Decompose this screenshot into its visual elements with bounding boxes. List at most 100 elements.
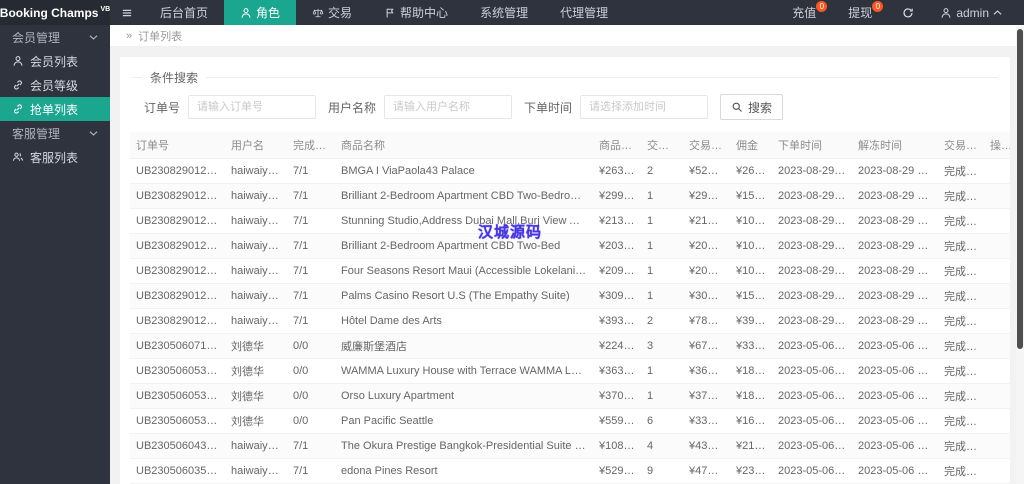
vertical-scrollbar-thumb[interactable] bbox=[1017, 29, 1023, 349]
commission-cell: ¥26.39 bbox=[730, 158, 772, 184]
top-nav-item[interactable]: 后台首页 bbox=[144, 0, 224, 25]
table-row[interactable]: UB2308290127077536haiwaiymcom7/1BMGA I V… bbox=[130, 158, 1010, 184]
person-icon bbox=[240, 7, 252, 19]
status-cell: 完成付款 bbox=[938, 333, 984, 359]
quick-action-item[interactable]: 充值 0 bbox=[776, 0, 832, 25]
sidebar-item[interactable]: 抢单列表 bbox=[0, 97, 110, 121]
amount-cell: ¥2097.30 bbox=[683, 258, 730, 284]
sidebar-group-label: 会员管理 bbox=[12, 30, 61, 45]
unit-price-cell: ¥1089.50 bbox=[593, 433, 641, 459]
app-logo-text: Booking Champs bbox=[0, 5, 99, 20]
product-name-cell: 威廉斯堡酒店 bbox=[335, 333, 593, 359]
username-cell: haiwaiymcom bbox=[225, 308, 287, 334]
search-field-input[interactable] bbox=[384, 95, 513, 119]
search-field-input[interactable] bbox=[188, 95, 317, 119]
table-row[interactable]: UB2308290123189030haiwaiymcom7/1Hôtel Da… bbox=[130, 308, 1010, 334]
status-cell: 完成付款 bbox=[938, 358, 984, 384]
product-name-cell: Orso Luxury Apartment bbox=[335, 383, 593, 409]
table-row[interactable]: UB2308290123435205haiwaiymcom7/1Brillian… bbox=[130, 183, 1010, 209]
search-row: 订单号 用户名称 下单时间 搜索 bbox=[132, 94, 998, 120]
refresh-button[interactable] bbox=[888, 0, 928, 25]
unfreeze-time-cell: 2023-08-29 01:23:34 bbox=[852, 258, 938, 284]
table-row[interactable]: UB2305060714584204刘德华0/0威廉斯堡酒店¥2249.003¥… bbox=[130, 333, 1010, 359]
user-menu[interactable]: admin bbox=[928, 0, 1014, 25]
table-row[interactable]: UB2308290123302018haiwaiymcom7/1Four Sea… bbox=[130, 258, 1010, 284]
table-row[interactable]: UB2305060534311307刘德华0/0WAMMA Luxury Hou… bbox=[130, 358, 1010, 384]
top-nav-item[interactable]: 帮助中心 bbox=[368, 0, 464, 25]
menu-toggle-icon[interactable] bbox=[110, 0, 144, 25]
sidebar-group[interactable]: 会员管理 bbox=[0, 25, 110, 49]
top-nav-item[interactable]: 角色 bbox=[224, 0, 297, 25]
top-nav-item[interactable]: 系统管理 bbox=[464, 0, 544, 25]
sidebar-item-label: 客服列表 bbox=[30, 150, 79, 165]
status-cell: 完成付款 bbox=[938, 383, 984, 409]
quick-action-label: 提现 bbox=[848, 6, 873, 20]
breadcrumb-label[interactable]: 订单列表 bbox=[138, 28, 182, 44]
column-header: 订单号 bbox=[130, 132, 225, 159]
ratio-cell: 7/1 bbox=[287, 458, 335, 484]
product-name-cell: WAMMA Luxury House with Terrace WAMMA Lu… bbox=[335, 358, 593, 384]
main-area: » 订单列表 条件搜索 订单号用户名称下单时间 搜索 bbox=[110, 25, 1024, 484]
ratio-cell: 7/1 bbox=[287, 308, 335, 334]
order-time-cell: 2023-08-29 01:23:39 bbox=[772, 208, 852, 234]
unit-price-cell: ¥2039.80 bbox=[593, 233, 641, 259]
vertical-scrollbar[interactable] bbox=[1016, 26, 1024, 484]
ratio-cell: 0/0 bbox=[287, 408, 335, 434]
commission-cell: ¥21.79 bbox=[730, 433, 772, 459]
unit-price-cell: ¥2139.00 bbox=[593, 208, 641, 234]
sidebar-item[interactable]: 客服列表 bbox=[0, 145, 110, 169]
action-cell bbox=[984, 308, 1010, 334]
commission-cell: ¥18.20 bbox=[730, 358, 772, 384]
sidebar-item[interactable]: 会员等级 bbox=[0, 73, 110, 97]
top-nav-item[interactable]: 代理管理 bbox=[544, 0, 624, 25]
quantity-cell: 1 bbox=[641, 283, 683, 309]
sidebar-item-label: 抢单列表 bbox=[30, 102, 79, 117]
table-row[interactable]: UB2305060357229663haiwaiymcom7/1edona Pi… bbox=[130, 458, 1010, 484]
table-row[interactable]: UB2308290123392479haiwaiymcom7/1Stunning… bbox=[130, 208, 1010, 234]
unfreeze-time-cell: 2023-05-06 05:34:20 bbox=[852, 383, 938, 409]
product-name-cell: Brilliant 2-Bedroom Apartment CBD Two-Be… bbox=[335, 233, 593, 259]
search-button[interactable]: 搜索 bbox=[720, 94, 784, 120]
quick-action-item[interactable]: 提现 0 bbox=[832, 0, 888, 25]
unfreeze-time-cell: 2023-08-29 01:27:23 bbox=[852, 158, 938, 184]
quantity-cell: 9 bbox=[641, 458, 683, 484]
link-icon bbox=[12, 103, 24, 115]
order-time-cell: 2023-05-06 04:37:07 bbox=[772, 433, 852, 459]
table-row[interactable]: UB2308290123262985haiwaiymcom7/1Palms Ca… bbox=[130, 283, 1010, 309]
ratio-cell: 7/1 bbox=[287, 258, 335, 284]
ratio-cell: 7/1 bbox=[287, 183, 335, 209]
app-logo[interactable]: Booking Champs VB bbox=[0, 0, 110, 25]
commission-cell: ¥16.77 bbox=[730, 408, 772, 434]
quick-action-label: 充值 bbox=[792, 6, 817, 20]
ratio-cell: 0/0 bbox=[287, 358, 335, 384]
sidebar-group[interactable]: 客服管理 bbox=[0, 121, 110, 145]
table-row[interactable]: UB2305060533516881刘德华0/0Orso Luxury Apar… bbox=[130, 383, 1010, 409]
order-no-cell: UB2305060534311307 bbox=[130, 358, 225, 384]
product-name-cell: BMGA I ViaPaola43 Palace bbox=[335, 158, 593, 184]
unfreeze-time-cell: 2023-05-06 05:34:35 bbox=[852, 358, 938, 384]
unit-price-cell: ¥2999.90 bbox=[593, 183, 641, 209]
search-field-input[interactable] bbox=[580, 95, 709, 119]
order-time-cell: 2023-05-06 07:14:58 bbox=[772, 333, 852, 359]
unit-price-cell: ¥3098.00 bbox=[593, 283, 641, 309]
top-nav-item-label: 角色 bbox=[256, 6, 281, 20]
username-cell: 刘德华 bbox=[225, 358, 287, 384]
search-panel: 条件搜索 订单号 用户名称 下单时间 搜索 bbox=[132, 69, 998, 132]
top-nav-item-label: 代理管理 bbox=[560, 6, 609, 20]
column-header: 佣金 bbox=[730, 132, 772, 159]
order-time-cell: 2023-08-29 01:23:34 bbox=[772, 233, 852, 259]
top-nav-item[interactable]: 交易 bbox=[296, 0, 368, 25]
quantity-cell: 1 bbox=[641, 383, 683, 409]
table-row[interactable]: UB2305060533381597刘德华0/0Pan Pacific Seat… bbox=[130, 408, 1010, 434]
order-time-cell: 2023-08-29 01:23:43 bbox=[772, 183, 852, 209]
unit-price-cell: ¥3939.00 bbox=[593, 308, 641, 334]
unit-price-cell: ¥559.00 bbox=[593, 408, 641, 434]
order-no-cell: UB2305060357229663 bbox=[130, 458, 225, 484]
sidebar-item[interactable]: 会员列表 bbox=[0, 49, 110, 73]
users-icon bbox=[12, 151, 24, 163]
table-row[interactable]: UB2308290123341141haiwaiymcom7/1Brillian… bbox=[130, 233, 1010, 259]
top-nav-item-label: 帮助中心 bbox=[400, 6, 449, 20]
table-row[interactable]: UB2305060437071221haiwaiymcom7/1The Okur… bbox=[130, 433, 1010, 459]
person-icon bbox=[12, 55, 24, 67]
action-cell bbox=[984, 358, 1010, 384]
